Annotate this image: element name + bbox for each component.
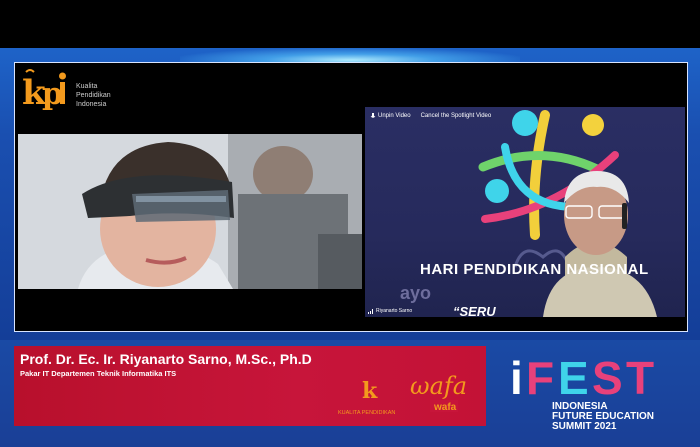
- svg-text:i: i: [510, 352, 523, 402]
- cancel-spotlight-label: Cancel the Spotlight Video: [420, 113, 492, 119]
- speaker-role: Pakar IT Departemen Teknik Informatika I…: [20, 369, 177, 378]
- ifest-logo: i F E S T INDONESIA FUTURE EDUCATION SUM…: [502, 346, 692, 442]
- unpin-video-label: Unpin Video: [378, 113, 411, 119]
- slide-seru-text: “SERU: [453, 304, 496, 319]
- svg-text:T: T: [626, 352, 654, 402]
- svg-text:p: p: [42, 77, 63, 112]
- slide-ayo-text: ayo: [400, 283, 432, 303]
- kpi-logo-text: Kualita Pendidikan Indonesia: [76, 82, 136, 109]
- kpi-logo: k p Kualita Pendidikan Indonesia: [20, 68, 111, 126]
- ifest-line3: SUMMIT 2021: [552, 421, 617, 432]
- mic-icon: [370, 112, 376, 118]
- svg-text:F: F: [526, 352, 554, 402]
- speaker-caption: Prof. Dr. Ec. Ir. Riyanarto Sarno, M.Sc.…: [14, 346, 486, 426]
- unpin-video-button[interactable]: Unpin Video: [370, 112, 411, 120]
- signal-icon: [368, 308, 373, 314]
- ifest-wordmark: i F E S T: [510, 352, 654, 404]
- kpi-line1: Kualita: [76, 83, 98, 90]
- top-letterbox: [0, 0, 700, 48]
- shared-video[interactable]: [18, 134, 362, 289]
- svg-text:S: S: [592, 352, 623, 402]
- kpi-line3: Indonesia: [76, 101, 107, 108]
- kpi-sponsor-logo: k KUALITA PENDIDIKAN: [338, 378, 395, 416]
- speaker-name: Prof. Dr. Ec. Ir. Riyanarto Sarno, M.Sc.…: [20, 351, 312, 367]
- participant-name: Riyanarto Sarno: [376, 308, 413, 314]
- zoom-video-controls: Unpin Video Cancel the Spotlight Video: [370, 110, 491, 122]
- kpi-line2: Pendidikan: [76, 92, 111, 99]
- svg-text:wafa: wafa: [433, 402, 457, 413]
- slide-headline: HARI PENDIDIKAN NASIONAL: [420, 261, 649, 278]
- svg-text:ωafa: ωafa: [410, 372, 467, 400]
- svg-text:k: k: [362, 378, 378, 404]
- svg-text:KUALITA PENDIDIKAN: KUALITA PENDIDIKAN: [338, 410, 395, 416]
- shared-video-frame: [18, 134, 362, 289]
- participant-name-tag: Riyanarto Sarno: [368, 308, 412, 314]
- svg-text:E: E: [558, 352, 589, 402]
- ifest-subtitle: INDONESIA FUTURE EDUCATION SUMMIT 2021: [552, 402, 654, 432]
- kpi-logo-icon: k p: [22, 69, 66, 113]
- cancel-spotlight-button[interactable]: Cancel the Spotlight Video: [421, 113, 492, 119]
- wafa-logo: ωafa wafa: [410, 372, 467, 413]
